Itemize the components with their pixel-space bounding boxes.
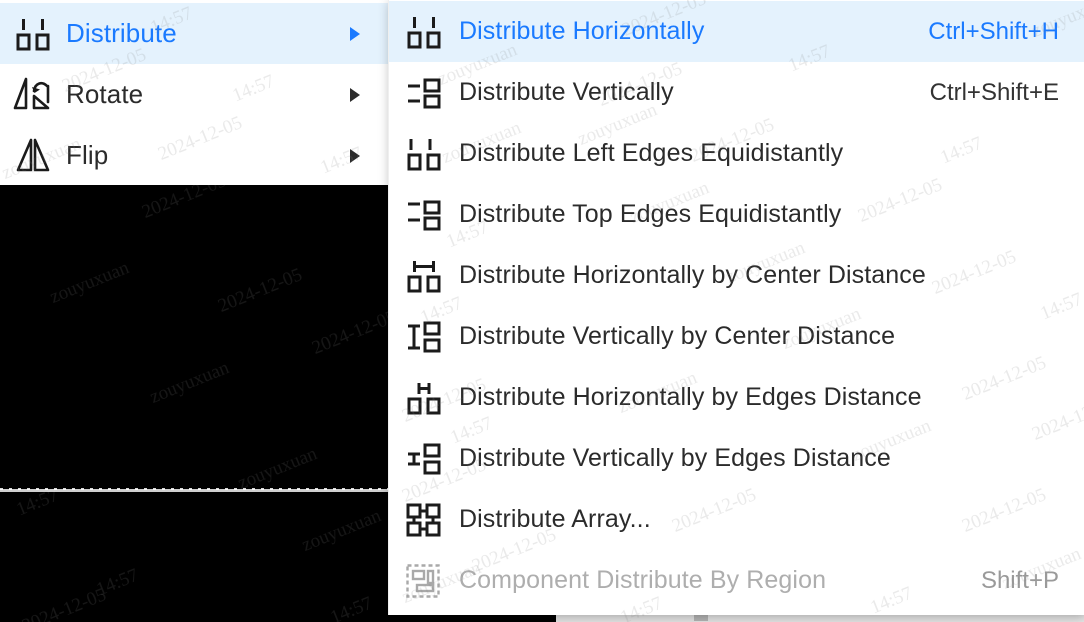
distribute-horizontally-icon [0,17,66,51]
chevron-right-icon [348,148,388,164]
menu-item-shortcut: Ctrl+Shift+E [929,78,1059,106]
menu-item-label: Distribute Vertically by Center Distance [459,322,896,350]
screen-root: zouyuxuan 2024-12-05 zouyuxuan 2024-12-0… [0,0,1084,622]
distribute-array-icon [389,502,459,538]
menu-item-label: Component Distribute By Region [459,566,827,594]
distribute-horizontal-center-distance-icon [389,259,459,293]
distribute-top-edges-icon [389,198,459,232]
menu-item-label: Distribute Horizontally by Center Distan… [459,261,926,289]
distribute-vertically-icon [389,76,459,110]
distribute-horizontally-icon [389,15,459,49]
distribute-left-edges-icon [389,137,459,171]
menu-item-flip[interactable]: Flip [0,125,388,186]
menu-item-label: Distribute Left Edges Equidistantly [459,139,844,167]
transform-submenu[interactable]: Distribute Rotate Flip [0,0,389,185]
rotate-icon [0,76,66,114]
flip-icon [0,137,66,175]
menu-item-label: Distribute [66,18,177,48]
distribute-horizontal-edges-distance-icon [389,381,459,415]
distribute-vertical-center-distance-icon [389,320,459,354]
menu-item-label: Distribute Vertically by Edges Distance [459,444,891,472]
menu-item-shortcut: Ctrl+Shift+H [928,17,1059,45]
menu-item-label: Distribute Horizontally by Edges Distanc… [459,383,922,411]
menu-item-label: Distribute Array... [459,505,651,533]
menu-item-distribute-vertically-by-edges-distance[interactable]: Distribute Vertically by Edges Distance [389,428,1084,489]
menu-item-label: Distribute Top Edges Equidistantly [459,200,842,228]
menu-item-distribute-horizontally-by-center-distance[interactable]: Distribute Horizontally by Center Distan… [389,245,1084,306]
horizontal-scrollbar-thumb[interactable] [694,614,708,621]
menu-item-distribute[interactable]: Distribute [0,3,388,64]
component-distribute-by-region-icon [389,563,459,599]
chevron-right-icon [348,87,388,103]
menu-item-distribute-vertically-by-center-distance[interactable]: Distribute Vertically by Center Distance [389,306,1084,367]
menu-item-distribute-horizontally[interactable]: Distribute Horizontally Ctrl+Shift+H [389,1,1084,62]
menu-item-label: Rotate [66,79,144,109]
menu-item-distribute-top-edges-equidistantly[interactable]: Distribute Top Edges Equidistantly [389,184,1084,245]
menu-item-shortcut: Shift+P [980,566,1059,594]
menu-item-distribute-horizontally-by-edges-distance[interactable]: Distribute Horizontally by Edges Distanc… [389,367,1084,428]
chevron-right-icon [348,26,388,42]
menu-item-component-distribute-by-region: Component Distribute By Region Shift+P [389,550,1084,611]
distribute-submenu[interactable]: Distribute Horizontally Ctrl+Shift+H Dis… [388,0,1084,615]
menu-item-label: Flip [66,140,109,170]
menu-item-label: Distribute Vertically [459,78,674,106]
menu-item-distribute-vertically[interactable]: Distribute Vertically Ctrl+Shift+E [389,62,1084,123]
menu-item-distribute-left-edges-equidistantly[interactable]: Distribute Left Edges Equidistantly [389,123,1084,184]
distribute-vertical-edges-distance-icon [389,442,459,476]
menu-item-label: Distribute Horizontally [459,17,705,45]
menu-item-rotate[interactable]: Rotate [0,64,388,125]
menu-item-distribute-array[interactable]: Distribute Array... [389,489,1084,550]
